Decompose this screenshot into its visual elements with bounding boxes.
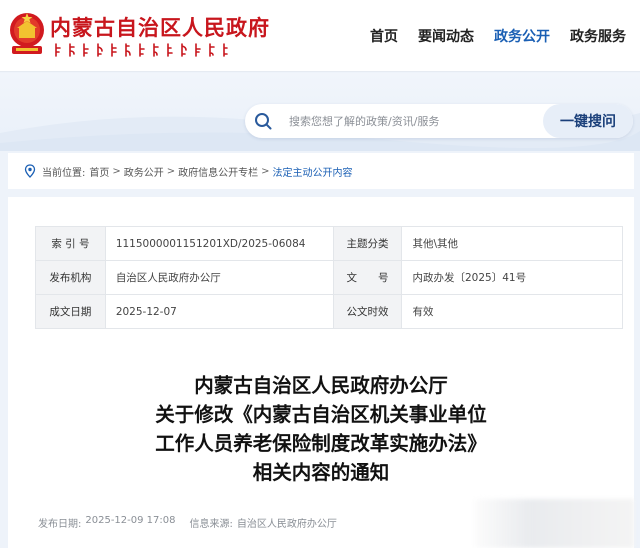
meta-label: 发布机构 xyxy=(35,260,106,295)
search-button[interactable]: 一键搜问 xyxy=(543,104,633,138)
breadcrumb-gov-affairs-open[interactable]: 政务公开 xyxy=(124,164,164,179)
title-line: 内蒙古自治区人民政府办公厅 xyxy=(194,374,448,397)
meta-value: 有效 xyxy=(401,294,623,329)
table-row: 发布机构 自治区人民政府办公厅 文 号 内政办发〔2025〕41号 xyxy=(35,260,623,295)
title-line: 相关内容的通知 xyxy=(252,461,390,484)
location-pin-icon xyxy=(24,164,36,178)
nav-news[interactable]: 要闻动态 xyxy=(418,26,474,46)
title-line: 工作人员养老保险制度改革实施办法》 xyxy=(155,432,487,455)
national-emblem-icon[interactable] xyxy=(8,10,46,56)
table-row: 索 引 号 1115000001151201XD/2025-06084 主题分类… xyxy=(35,226,623,261)
blurred-toolbar xyxy=(474,499,634,548)
breadcrumb-separator: > xyxy=(166,165,176,177)
breadcrumb: 当前位置: 首页 > 政务公开 > 政府信息公开专栏 > 法定主动公开内容 xyxy=(24,162,353,180)
breadcrumb-home[interactable]: 首页 xyxy=(89,164,109,179)
meta-label: 主题分类 xyxy=(332,226,403,261)
publish-date: 2025-12-09 17:08 xyxy=(85,515,176,526)
nav-home[interactable]: 首页 xyxy=(370,26,398,46)
meta-label: 文 号 xyxy=(332,260,403,295)
nav-gov-affairs-open[interactable]: 政务公开 xyxy=(494,26,550,46)
search-banner: 一键搜问 xyxy=(0,73,640,151)
section-divider xyxy=(8,189,634,197)
meta-label: 索 引 号 xyxy=(35,226,106,261)
site-header: 内蒙古自治区人民政府 首页 要闻动态 政务公开 政务服务 xyxy=(0,0,640,72)
meta-label: 成文日期 xyxy=(35,294,106,329)
site-title[interactable]: 内蒙古自治区人民政府 xyxy=(50,12,270,42)
title-line: 关于修改《内蒙古自治区机关事业单位 xyxy=(155,403,487,426)
meta-value: 内政办发〔2025〕41号 xyxy=(401,260,623,295)
breadcrumb-separator: > xyxy=(112,165,121,177)
meta-value: 1115000001151201XD/2025-06084 xyxy=(104,226,334,261)
mongolian-script-logo xyxy=(55,43,228,57)
meta-value: 2025-12-07 xyxy=(104,294,334,329)
meta-value: 其他\其他 xyxy=(401,226,623,261)
source-label: 信息来源: xyxy=(189,519,233,530)
document-title: 内蒙古自治区人民政府办公厅 关于修改《内蒙古自治区机关事业单位 工作人员养老保险… xyxy=(8,371,634,487)
breadcrumb-prefix: 当前位置: xyxy=(42,167,86,179)
meta-label: 公文时效 xyxy=(332,294,403,329)
meta-value: 自治区人民政府办公厅 xyxy=(104,260,334,295)
table-row: 成文日期 2025-12-07 公文时效 有效 xyxy=(35,294,623,329)
source-value: 自治区人民政府办公厅 xyxy=(236,519,337,530)
breadcrumb-separator: > xyxy=(261,165,270,177)
nav-gov-services[interactable]: 政务服务 xyxy=(570,26,626,46)
breadcrumb-current[interactable]: 法定主动公开内容 xyxy=(273,164,353,179)
main-nav: 首页 要闻动态 政务公开 政务服务 xyxy=(350,26,626,46)
content-card: 当前位置: 首页 > 政务公开 > 政府信息公开专栏 > 法定主动公开内容 索 … xyxy=(8,153,634,548)
publish-date-label: 发布日期: xyxy=(38,519,82,530)
publish-info: 发布日期: 2025-12-09 17:08 信息来源: 自治区人民政府办公厅 xyxy=(38,515,337,530)
search-box: 一键搜问 xyxy=(245,104,633,138)
breadcrumb-info-column[interactable]: 政府信息公开专栏 xyxy=(178,164,258,179)
search-icon[interactable] xyxy=(253,111,273,131)
document-meta-table: 索 引 号 1115000001151201XD/2025-06084 主题分类… xyxy=(35,226,623,329)
search-input[interactable] xyxy=(289,104,539,138)
